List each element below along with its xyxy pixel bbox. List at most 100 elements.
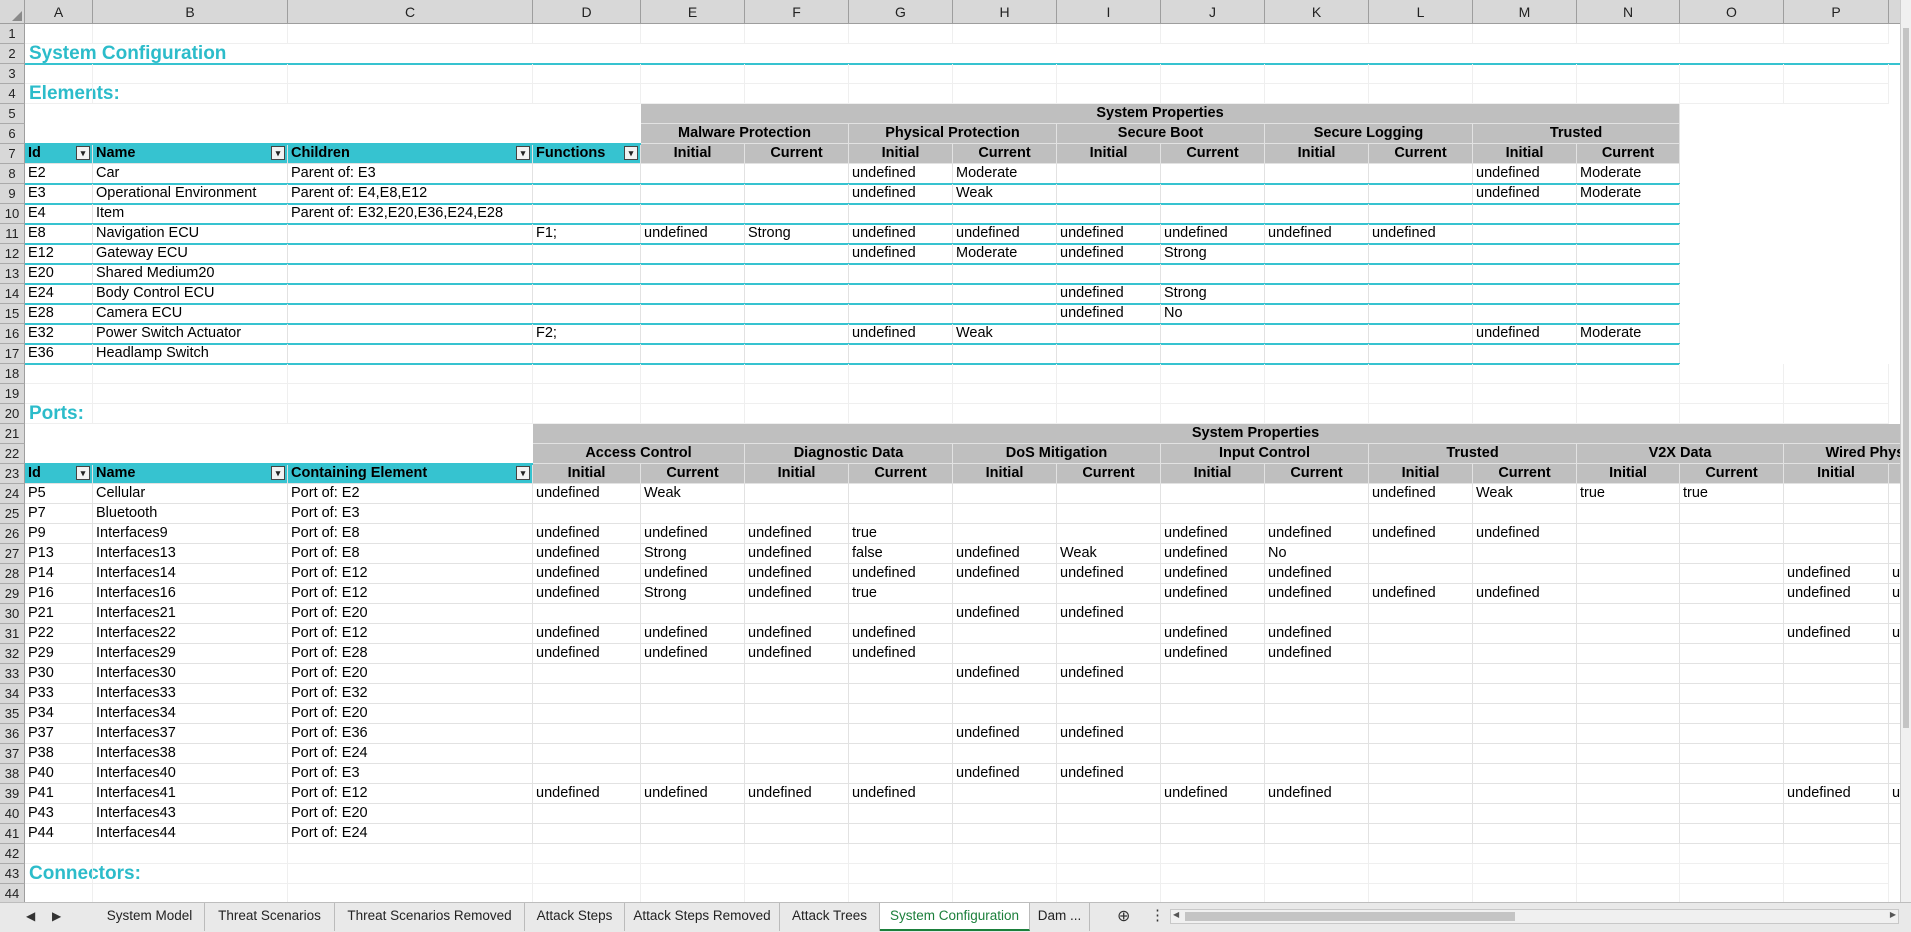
table-cell[interactable] <box>533 244 641 264</box>
table-cell[interactable] <box>1680 564 1784 584</box>
row-header[interactable]: 7 <box>0 144 25 164</box>
table-cell[interactable]: E2 <box>25 164 93 184</box>
table-cell[interactable]: Power Switch Actuator <box>93 324 288 344</box>
table-cell[interactable] <box>745 344 849 364</box>
grid-cell[interactable] <box>1680 364 1784 384</box>
table-cell[interactable] <box>1680 584 1784 604</box>
grid-cell[interactable] <box>641 364 745 384</box>
table-cell[interactable] <box>1577 784 1680 804</box>
column-header[interactable] <box>1889 0 1900 24</box>
grid-cell[interactable] <box>953 864 1057 884</box>
grid-cell[interactable] <box>745 84 849 104</box>
sheet-tab[interactable]: Threat Scenarios Removed <box>335 903 525 931</box>
table-cell[interactable] <box>953 264 1057 284</box>
table-cell[interactable]: P29 <box>25 644 93 664</box>
grid-cell[interactable] <box>953 884 1057 902</box>
vertical-scrollbar[interactable] <box>1900 0 1911 902</box>
grid-cell[interactable] <box>745 844 849 864</box>
table-cell[interactable]: P41 <box>25 784 93 804</box>
table-cell[interactable]: undefi <box>1889 784 1900 804</box>
table-cell[interactable] <box>641 704 745 724</box>
table-cell[interactable]: undefined <box>1369 524 1473 544</box>
table-cell[interactable] <box>533 684 641 704</box>
table-cell[interactable] <box>1265 344 1369 364</box>
grid-cell[interactable]: Initial <box>641 144 745 164</box>
grid-cell[interactable]: Trusted <box>1369 444 1577 464</box>
row-header[interactable]: 5 <box>0 104 25 124</box>
table-cell[interactable]: undefined <box>1265 224 1369 244</box>
table-cell[interactable] <box>1473 684 1577 704</box>
grid-cell[interactable] <box>1265 864 1369 884</box>
table-cell[interactable] <box>288 344 533 364</box>
table-cell[interactable]: undefined <box>849 624 953 644</box>
table-cell[interactable] <box>1161 504 1265 524</box>
table-cell[interactable] <box>953 804 1057 824</box>
table-cell[interactable] <box>1680 724 1784 744</box>
row-header[interactable]: 41 <box>0 824 25 844</box>
row-header[interactable]: 4 <box>0 84 25 104</box>
row-header[interactable]: 1 <box>0 24 25 44</box>
table-cell[interactable]: undefined <box>641 224 745 244</box>
table-cell[interactable] <box>745 484 849 504</box>
grid-cell[interactable] <box>1577 64 1680 84</box>
grid-cell[interactable] <box>1369 384 1473 404</box>
table-cell[interactable] <box>1057 584 1161 604</box>
grid-cell[interactable]: Functions ▾ <box>533 144 641 164</box>
scroll-right-icon[interactable]: ▶ <box>1890 910 1896 919</box>
table-cell[interactable] <box>1577 244 1680 264</box>
table-cell[interactable] <box>849 764 953 784</box>
table-cell[interactable] <box>1369 564 1473 584</box>
table-cell[interactable] <box>1889 644 1900 664</box>
table-cell[interactable]: P16 <box>25 584 93 604</box>
table-cell[interactable] <box>745 764 849 784</box>
table-cell[interactable] <box>1473 624 1577 644</box>
row-header[interactable]: 25 <box>0 504 25 524</box>
table-cell[interactable] <box>1784 764 1889 784</box>
table-cell[interactable]: undefined <box>641 644 745 664</box>
grid-cell[interactable] <box>533 864 641 884</box>
table-cell[interactable] <box>1161 684 1265 704</box>
grid-cell[interactable] <box>1473 864 1577 884</box>
table-cell[interactable] <box>953 484 1057 504</box>
table-cell[interactable] <box>641 764 745 784</box>
table-cell[interactable]: P30 <box>25 664 93 684</box>
grid-cell[interactable] <box>288 24 533 44</box>
table-cell[interactable] <box>1680 504 1784 524</box>
table-cell[interactable] <box>1784 604 1889 624</box>
grid-cell[interactable] <box>93 864 288 884</box>
table-cell[interactable] <box>1680 704 1784 724</box>
row-header[interactable]: 8 <box>0 164 25 184</box>
table-cell[interactable]: undefined <box>1473 184 1577 204</box>
table-cell[interactable] <box>641 244 745 264</box>
grid-cell[interactable] <box>288 844 533 864</box>
grid-cell[interactable] <box>1680 864 1784 884</box>
grid-cell[interactable] <box>1057 364 1161 384</box>
row-header[interactable]: 13 <box>0 264 25 284</box>
table-cell[interactable] <box>1369 324 1473 344</box>
table-cell[interactable] <box>1265 744 1369 764</box>
column-header[interactable]: B <box>93 0 288 24</box>
grid-cell[interactable] <box>953 24 1057 44</box>
grid-cell[interactable] <box>288 384 533 404</box>
grid-cell[interactable] <box>25 404 93 424</box>
table-cell[interactable] <box>1265 204 1369 224</box>
table-cell[interactable]: P5 <box>25 484 93 504</box>
table-cell[interactable] <box>1265 164 1369 184</box>
table-cell[interactable] <box>1057 744 1161 764</box>
table-cell[interactable] <box>641 604 745 624</box>
table-cell[interactable]: undefined <box>1161 544 1265 564</box>
filter-dropdown-icon[interactable]: ▾ <box>76 146 90 160</box>
row-header[interactable]: 18 <box>0 364 25 384</box>
table-cell[interactable] <box>1680 764 1784 784</box>
table-cell[interactable] <box>1369 684 1473 704</box>
grid-cell[interactable] <box>288 64 533 84</box>
grid-cell[interactable]: Initial <box>953 464 1057 484</box>
row-header[interactable]: 34 <box>0 684 25 704</box>
table-cell[interactable]: Cellular <box>93 484 288 504</box>
table-cell[interactable] <box>1369 744 1473 764</box>
table-cell[interactable] <box>1889 504 1900 524</box>
table-cell[interactable]: undefined <box>953 664 1057 684</box>
table-cell[interactable] <box>533 264 641 284</box>
grid-cell[interactable] <box>1577 364 1680 384</box>
table-cell[interactable] <box>288 284 533 304</box>
